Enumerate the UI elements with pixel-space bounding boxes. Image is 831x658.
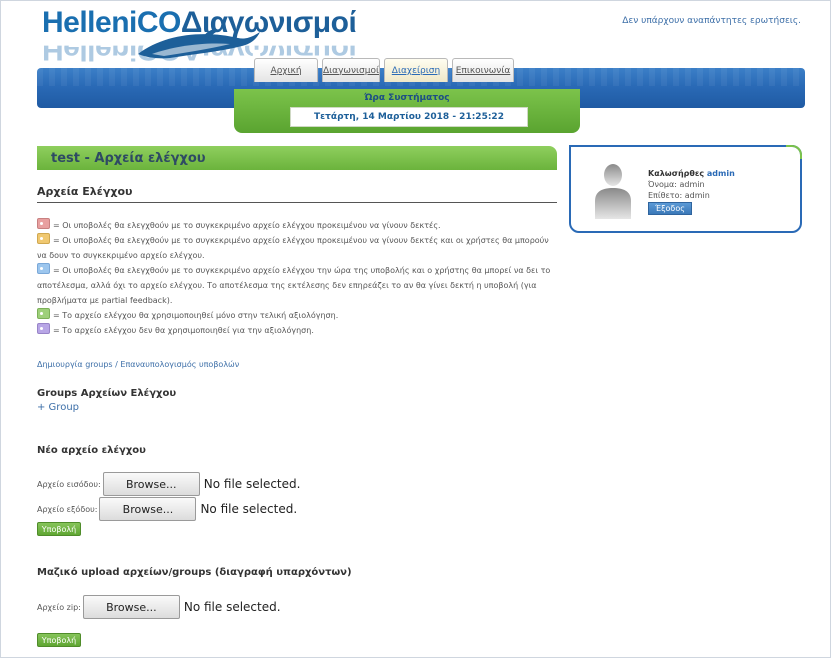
site-logo[interactable]: HelleniCOΔιαγωνισμοί HelleniCOΔιαγωνισμο…: [42, 6, 382, 58]
legend-text: = Οι υποβολές θα ελεγχθούν με το συγκεκρ…: [37, 236, 549, 260]
tab-admin[interactable]: Διαχείριση: [384, 58, 448, 82]
red-tag-icon: [37, 218, 50, 229]
legend-text: = Οι υποβολές θα ελεγχθούν με το συγκεκρ…: [53, 221, 441, 230]
legend-text: = Το αρχείο ελέγχου θα χρησιμοποιηθεί μό…: [53, 311, 339, 320]
zip-file-browse-button[interactable]: Browse...: [82, 595, 180, 619]
input-file-browse-button[interactable]: Browse...: [102, 472, 200, 496]
add-group-link[interactable]: + Group: [37, 402, 79, 413]
tab-contact[interactable]: Επικοινωνία: [452, 58, 514, 82]
dolphin-icon: [138, 29, 260, 59]
groups-heading: Groups Αρχείων Ελέγχου: [37, 388, 177, 399]
legend-text: = Οι υποβολές θα ελεγχθούν με το συγκεκρ…: [37, 266, 551, 305]
logout-button[interactable]: Έξοδος: [648, 202, 692, 215]
submit-new-file-button[interactable]: Υποβολή: [37, 522, 81, 536]
unanswered-questions-link[interactable]: Δεν υπάρχουν αναπάντητες ερωτήσεις.: [622, 16, 801, 26]
submit-bulk-upload-button[interactable]: Υποβολή: [37, 633, 81, 647]
blue-tag-icon: [37, 263, 50, 274]
nav-tabs: Αρχική Διαγωνισμοί Διαχείριση Επικοινωνί…: [254, 58, 514, 82]
input-file-status: No file selected.: [203, 477, 301, 491]
legend: = Οι υποβολές θα ελεγχθούν με το συγκεκρ…: [37, 218, 557, 338]
legend-item: = Οι υποβολές θα ελεγχθούν με το συγκεκρ…: [37, 233, 557, 263]
user-name-line: Όνομα: admin: [648, 180, 705, 189]
legend-item: = Το αρχείο ελέγχου δεν θα χρησιμοποιηθε…: [37, 323, 557, 338]
input-file-row: Αρχείο εισόδου: Browse... No file select…: [37, 472, 300, 496]
avatar: [595, 164, 631, 219]
legend-item: = Οι υποβολές θα ελεγχθούν με το συγκεκρ…: [37, 263, 557, 308]
output-file-status: No file selected.: [200, 502, 298, 516]
system-time-box: Ώρα Συστήματος Τετάρτη, 14 Μαρτίου 2018 …: [234, 89, 580, 133]
output-file-row: Αρχείο εξόδου: Browse... No file selecte…: [37, 497, 297, 521]
input-file-label: Αρχείο εισόδου:: [37, 479, 101, 489]
user-panel: Καλωσήρθες admin Όνομα: admin Επίθετο: a…: [569, 145, 802, 233]
page-title: test - Αρχεία ελέγχου: [51, 151, 206, 166]
files-heading: Αρχεία Ελέγχου: [37, 185, 133, 198]
legend-text: = Το αρχείο ελέγχου δεν θα χρησιμοποιηθε…: [53, 326, 314, 335]
system-time-value: Τετάρτη, 14 Μαρτίου 2018 - 21:25:22: [290, 107, 528, 127]
legend-item: = Το αρχείο ελέγχου θα χρησιμοποιηθεί μό…: [37, 308, 557, 323]
zip-file-status: No file selected.: [183, 600, 281, 614]
create-groups-link[interactable]: Δημιουργία groups / Επαναυπολογισμός υπο…: [37, 360, 239, 369]
tab-home[interactable]: Αρχική: [254, 58, 318, 82]
green-tag-icon: [37, 308, 50, 319]
system-time-title: Ώρα Συστήματος: [364, 93, 450, 103]
section-header: test - Αρχεία ελέγχου: [37, 146, 557, 170]
output-file-browse-button[interactable]: Browse...: [99, 497, 197, 521]
output-file-label: Αρχείο εξόδου:: [37, 504, 98, 514]
welcome-text: Καλωσήρθες admin: [648, 169, 735, 178]
user-surname-line: Επίθετο: admin: [648, 191, 710, 200]
username-link[interactable]: admin: [707, 169, 735, 178]
divider: [37, 202, 557, 203]
welcome-label: Καλωσήρθες: [648, 169, 705, 178]
orange-tag-icon: [37, 233, 50, 244]
bulk-upload-heading: Μαζικό upload αρχείων/groups (διαγραφή υ…: [37, 567, 352, 578]
purple-tag-icon: [37, 323, 50, 334]
zip-file-label: Αρχείο zip:: [37, 602, 81, 612]
tab-contests[interactable]: Διαγωνισμοί: [322, 58, 380, 82]
legend-item: = Οι υποβολές θα ελεγχθούν με το συγκεκρ…: [37, 218, 557, 233]
new-file-heading: Νέο αρχείο ελέγχου: [37, 445, 146, 456]
zip-file-row: Αρχείο zip: Browse... No file selected.: [37, 595, 281, 619]
